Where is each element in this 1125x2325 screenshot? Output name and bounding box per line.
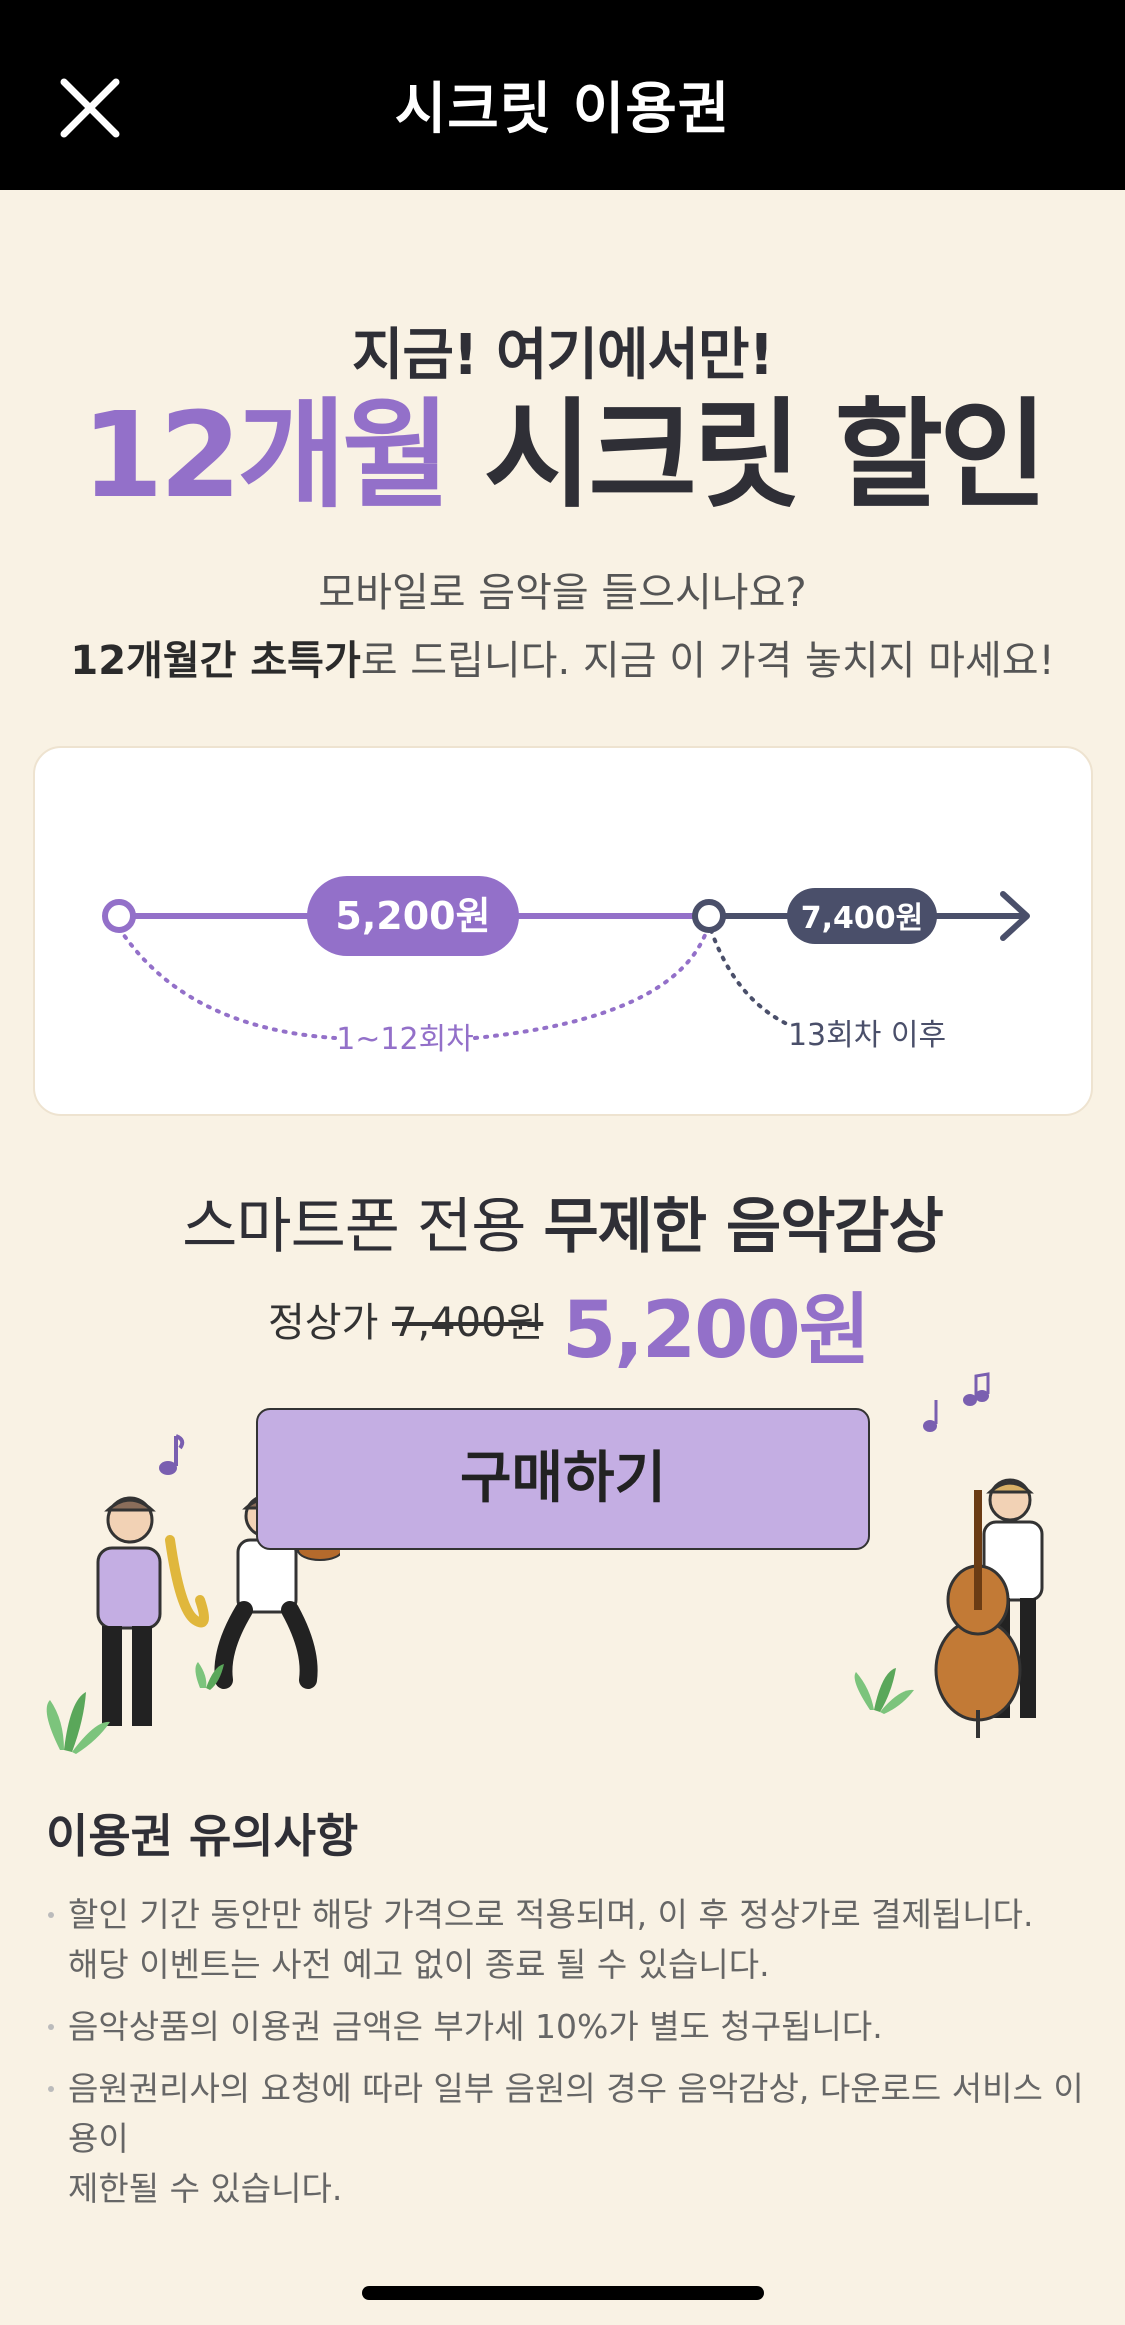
subtitle-line2: 12개월간 초특가로 드립니다. 지금 이 가격 놓치지 마세요!	[0, 628, 1125, 686]
plan-title: 스마트폰 전용 무제한 음악감상	[0, 1178, 1125, 1265]
music-note-icon	[159, 1434, 185, 1475]
home-indicator[interactable]	[362, 2286, 764, 2300]
plant-icon	[854, 1668, 914, 1714]
notice-item: 음악상품의 이용권 금액은 부가세 10%가 별도 청구됩니다.	[46, 2002, 1096, 2052]
plant-icon	[46, 1692, 110, 1754]
plan-title-bold: 무제한 음악감상	[543, 1192, 944, 1262]
notice-title: 이용권 유의사항	[46, 1809, 359, 1863]
price-row: 정상가 7,400원 5,200원	[0, 1268, 1125, 1376]
headline-accent: 12개월	[81, 386, 450, 524]
subtitle-rest: 로 드립니다. 지금 이 가격 놓치지 마세요!	[360, 638, 1055, 684]
original-price-label: 정상가	[268, 1300, 379, 1346]
headline-big: 12개월 시크릿 할인	[0, 380, 1125, 530]
price-timeline-card: 5,200원 7,400원 1~12회차 13회차 이후	[33, 746, 1093, 1116]
notice-item-line: 음악상품의 이용권 금액은 부가세 10%가 별도 청구됩니다.	[68, 2007, 883, 2046]
timeline-mid-dot	[692, 899, 726, 933]
page-title: 시크릿 이용권	[394, 77, 731, 142]
notice-item-line: 해당 이벤트는 사전 예고 없이 종료 될 수 있습니다.	[68, 1945, 770, 1984]
regular-dotted-curve	[709, 928, 789, 1026]
notice-item: 할인 기간 동안만 해당 가격으로 적용되며, 이 후 정상가로 결제됩니다. …	[46, 1890, 1096, 1990]
notice-item-line: 제한될 수 있습니다.	[68, 2169, 343, 2208]
promo-price: 5,200원	[335, 894, 490, 938]
promo-dotted-curve-left	[117, 926, 337, 1040]
notice-item-line: 할인 기간 동안만 해당 가격으로 적용되며, 이 후 정상가로 결제됩니다.	[68, 1895, 1034, 1934]
notice-list: 할인 기간 동안만 해당 가격으로 적용되며, 이 후 정상가로 결제됩니다. …	[46, 1890, 1096, 2226]
subtitle-bold: 12개월간 초특가	[70, 638, 361, 684]
music-notes-icon	[923, 1372, 990, 1432]
timeline-start-dot	[102, 899, 136, 933]
notice-item: 음원권리사의 요청에 따라 일부 음원의 경우 음악감상, 다운로드 서비스 이…	[46, 2064, 1096, 2214]
headline-dark: 시크릿 할인	[483, 386, 1048, 524]
top-bar: 시크릿 이용권	[0, 0, 1125, 190]
saxophone-player-figure	[96, 1496, 209, 1726]
notice-item-line: 음원권리사의 요청에 따라 일부 음원의 경우 음악감상, 다운로드 서비스 이…	[68, 2069, 1084, 2158]
regular-price: 7,400원	[801, 901, 924, 936]
plan-title-normal: 스마트폰 전용	[182, 1192, 544, 1262]
subtitle-line1: 모바일로 음악을 들으시나요?	[318, 570, 807, 616]
regular-period-label: 13회차 이후	[788, 1018, 946, 1053]
double-bass-player-figure	[934, 1478, 1044, 1738]
promo-period-label: 1~12회차	[336, 1022, 474, 1057]
sale-price: 5,200원	[562, 1286, 870, 1376]
price-timeline: 5,200원 7,400원 1~12회차 13회차 이후	[102, 876, 1030, 1057]
original-price: 7,400원	[392, 1300, 544, 1346]
promo-dotted-curve-right	[473, 928, 709, 1040]
buy-button[interactable]: 구매하기	[256, 1408, 870, 1550]
headline-small: 지금! 여기에서만!	[351, 323, 774, 388]
